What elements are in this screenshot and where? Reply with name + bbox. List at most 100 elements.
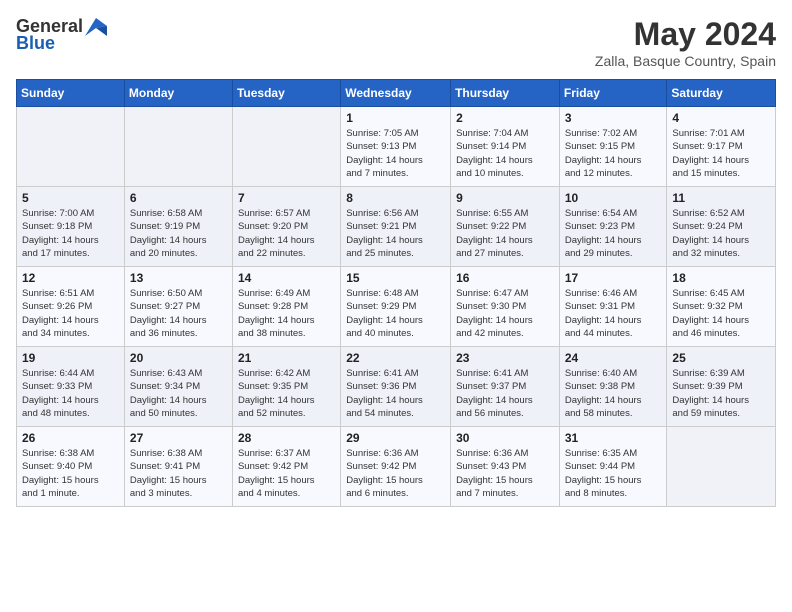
table-row: 4 Sunrise: 7:01 AM Sunset: 9:17 PM Daylig… <box>667 107 776 187</box>
day-number: 24 <box>565 351 662 365</box>
table-row: 31 Sunrise: 6:35 AM Sunset: 9:44 PM Dayli… <box>559 427 667 507</box>
day-info: Sunrise: 6:47 AM Sunset: 9:30 PM Dayligh… <box>456 287 554 340</box>
table-row: 17Sunrise: 6:46 AM Sunset: 9:31 PM Dayli… <box>559 267 667 347</box>
table-row: 29 Sunrise: 6:36 AM Sunset: 9:42 PM Dayli… <box>341 427 451 507</box>
day-number: 20 <box>130 351 227 365</box>
table-row: 16 Sunrise: 6:47 AM Sunset: 9:30 PM Dayli… <box>451 267 560 347</box>
week-row: 19Sunrise: 6:44 AM Sunset: 9:33 PM Dayli… <box>17 347 776 427</box>
table-row: 26 Sunrise: 6:38 AM Sunset: 9:40 PM Dayli… <box>17 427 125 507</box>
day-of-week-header: Monday <box>124 80 232 107</box>
day-number: 9 <box>456 191 554 205</box>
month-title: May 2024 <box>595 16 776 53</box>
table-row: 1 Sunrise: 7:05 AM Sunset: 9:13 PM Daylig… <box>341 107 451 187</box>
day-number: 31 <box>565 431 662 445</box>
table-row: 27Sunrise: 6:38 AM Sunset: 9:41 PM Dayli… <box>124 427 232 507</box>
day-info: Sunrise: 6:36 AM Sunset: 9:43 PM Dayligh… <box>456 447 554 500</box>
day-info: Sunrise: 6:49 AM Sunset: 9:28 PM Dayligh… <box>238 287 335 340</box>
day-number: 23 <box>456 351 554 365</box>
day-number: 3 <box>565 111 662 125</box>
day-number: 16 <box>456 271 554 285</box>
day-info: Sunrise: 7:02 AM Sunset: 9:15 PM Dayligh… <box>565 127 662 180</box>
day-info: Sunrise: 6:52 AM Sunset: 9:24 PM Dayligh… <box>672 207 770 260</box>
day-info: Sunrise: 6:46 AM Sunset: 9:31 PM Dayligh… <box>565 287 662 340</box>
day-number: 10 <box>565 191 662 205</box>
table-row: 19Sunrise: 6:44 AM Sunset: 9:33 PM Dayli… <box>17 347 125 427</box>
day-number: 26 <box>22 431 119 445</box>
day-info: Sunrise: 6:50 AM Sunset: 9:27 PM Dayligh… <box>130 287 227 340</box>
table-row <box>232 107 340 187</box>
logo-bird-icon <box>85 18 107 36</box>
day-info: Sunrise: 6:37 AM Sunset: 9:42 PM Dayligh… <box>238 447 335 500</box>
day-number: 2 <box>456 111 554 125</box>
day-info: Sunrise: 7:01 AM Sunset: 9:17 PM Dayligh… <box>672 127 770 180</box>
day-number: 21 <box>238 351 335 365</box>
week-row: 5 Sunrise: 7:00 AM Sunset: 9:18 PM Daylig… <box>17 187 776 267</box>
day-number: 25 <box>672 351 770 365</box>
day-info: Sunrise: 6:41 AM Sunset: 9:36 PM Dayligh… <box>346 367 445 420</box>
day-info: Sunrise: 6:57 AM Sunset: 9:20 PM Dayligh… <box>238 207 335 260</box>
day-number: 13 <box>130 271 227 285</box>
day-info: Sunrise: 7:05 AM Sunset: 9:13 PM Dayligh… <box>346 127 445 180</box>
day-info: Sunrise: 6:36 AM Sunset: 9:42 PM Dayligh… <box>346 447 445 500</box>
table-row: 14 Sunrise: 6:49 AM Sunset: 9:28 PM Dayli… <box>232 267 340 347</box>
day-of-week-header: Thursday <box>451 80 560 107</box>
week-row: 12Sunrise: 6:51 AM Sunset: 9:26 PM Dayli… <box>17 267 776 347</box>
table-row: 8 Sunrise: 6:56 AM Sunset: 9:21 PM Daylig… <box>341 187 451 267</box>
day-number: 29 <box>346 431 445 445</box>
calendar-table: SundayMondayTuesdayWednesdayThursdayFrid… <box>16 79 776 507</box>
day-number: 30 <box>456 431 554 445</box>
day-info: Sunrise: 6:58 AM Sunset: 9:19 PM Dayligh… <box>130 207 227 260</box>
logo: General Blue <box>16 16 107 54</box>
table-row: 5 Sunrise: 7:00 AM Sunset: 9:18 PM Daylig… <box>17 187 125 267</box>
day-of-week-header: Wednesday <box>341 80 451 107</box>
table-row: 28 Sunrise: 6:37 AM Sunset: 9:42 PM Dayli… <box>232 427 340 507</box>
day-number: 7 <box>238 191 335 205</box>
day-info: Sunrise: 6:42 AM Sunset: 9:35 PM Dayligh… <box>238 367 335 420</box>
day-number: 8 <box>346 191 445 205</box>
table-row: 12Sunrise: 6:51 AM Sunset: 9:26 PM Dayli… <box>17 267 125 347</box>
day-info: Sunrise: 6:38 AM Sunset: 9:40 PM Dayligh… <box>22 447 119 500</box>
table-row: 10Sunrise: 6:54 AM Sunset: 9:23 PM Dayli… <box>559 187 667 267</box>
day-number: 27 <box>130 431 227 445</box>
day-info: Sunrise: 6:45 AM Sunset: 9:32 PM Dayligh… <box>672 287 770 340</box>
day-of-week-header: Saturday <box>667 80 776 107</box>
page-header: General Blue May 2024 Zalla, Basque Coun… <box>16 16 776 69</box>
table-row <box>17 107 125 187</box>
day-info: Sunrise: 6:48 AM Sunset: 9:29 PM Dayligh… <box>346 287 445 340</box>
table-row: 21 Sunrise: 6:42 AM Sunset: 9:35 PM Dayli… <box>232 347 340 427</box>
logo-blue: Blue <box>16 33 55 54</box>
day-number: 28 <box>238 431 335 445</box>
day-number: 18 <box>672 271 770 285</box>
day-of-week-header: Sunday <box>17 80 125 107</box>
day-info: Sunrise: 6:39 AM Sunset: 9:39 PM Dayligh… <box>672 367 770 420</box>
table-row: 15 Sunrise: 6:48 AM Sunset: 9:29 PM Dayli… <box>341 267 451 347</box>
title-block: May 2024 Zalla, Basque Country, Spain <box>595 16 776 69</box>
table-row: 7 Sunrise: 6:57 AM Sunset: 9:20 PM Daylig… <box>232 187 340 267</box>
day-number: 5 <box>22 191 119 205</box>
table-row: 11Sunrise: 6:52 AM Sunset: 9:24 PM Dayli… <box>667 187 776 267</box>
day-info: Sunrise: 6:56 AM Sunset: 9:21 PM Dayligh… <box>346 207 445 260</box>
table-row: 22Sunrise: 6:41 AM Sunset: 9:36 PM Dayli… <box>341 347 451 427</box>
day-info: Sunrise: 6:40 AM Sunset: 9:38 PM Dayligh… <box>565 367 662 420</box>
location-title: Zalla, Basque Country, Spain <box>595 53 776 69</box>
table-row <box>667 427 776 507</box>
day-info: Sunrise: 6:35 AM Sunset: 9:44 PM Dayligh… <box>565 447 662 500</box>
day-number: 15 <box>346 271 445 285</box>
day-number: 4 <box>672 111 770 125</box>
table-row: 25 Sunrise: 6:39 AM Sunset: 9:39 PM Dayli… <box>667 347 776 427</box>
day-of-week-header: Tuesday <box>232 80 340 107</box>
table-row: 2 Sunrise: 7:04 AM Sunset: 9:14 PM Daylig… <box>451 107 560 187</box>
day-info: Sunrise: 6:55 AM Sunset: 9:22 PM Dayligh… <box>456 207 554 260</box>
day-info: Sunrise: 6:41 AM Sunset: 9:37 PM Dayligh… <box>456 367 554 420</box>
day-number: 14 <box>238 271 335 285</box>
day-info: Sunrise: 6:44 AM Sunset: 9:33 PM Dayligh… <box>22 367 119 420</box>
table-row: 20 Sunrise: 6:43 AM Sunset: 9:34 PM Dayli… <box>124 347 232 427</box>
header-row: SundayMondayTuesdayWednesdayThursdayFrid… <box>17 80 776 107</box>
table-row: 3 Sunrise: 7:02 AM Sunset: 9:15 PM Daylig… <box>559 107 667 187</box>
day-info: Sunrise: 7:00 AM Sunset: 9:18 PM Dayligh… <box>22 207 119 260</box>
day-info: Sunrise: 7:04 AM Sunset: 9:14 PM Dayligh… <box>456 127 554 180</box>
day-info: Sunrise: 6:43 AM Sunset: 9:34 PM Dayligh… <box>130 367 227 420</box>
day-number: 1 <box>346 111 445 125</box>
day-number: 6 <box>130 191 227 205</box>
table-row: 30 Sunrise: 6:36 AM Sunset: 9:43 PM Dayli… <box>451 427 560 507</box>
